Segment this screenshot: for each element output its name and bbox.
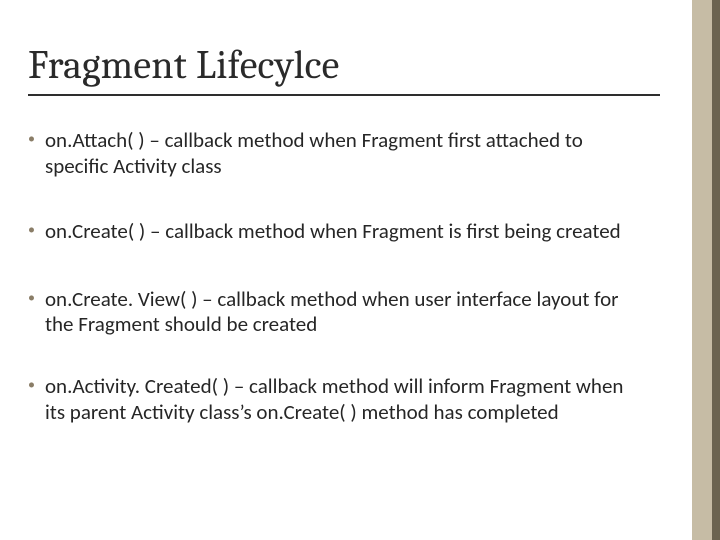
list-item: • on.Activity. Created( ) – callback met… (28, 374, 646, 425)
list-item: • on.Create( ) – callback method when Fr… (28, 219, 646, 245)
slide-title: Fragment Lifecylce (28, 42, 660, 88)
bullet-text: on.Attach( ) – callback method when Frag… (45, 128, 646, 179)
bullet-text: on.Activity. Created( ) – callback metho… (45, 374, 646, 425)
bullet-text: on.Create( ) – callback method when Frag… (45, 219, 646, 245)
bullet-icon: • (28, 291, 35, 305)
slide: Fragment Lifecylce • on.Attach( ) – call… (0, 0, 720, 540)
bullet-icon: • (28, 132, 35, 146)
bullet-icon: • (28, 378, 35, 392)
list-item: • on.Create. View( ) – callback method w… (28, 287, 646, 338)
right-accent-band (692, 0, 720, 540)
bullet-icon: • (28, 223, 35, 237)
content-area: • on.Attach( ) – callback method when Fr… (28, 128, 646, 425)
title-area: Fragment Lifecylce (28, 42, 660, 96)
title-underline (28, 94, 660, 96)
bullet-text: on.Create. View( ) – callback method whe… (45, 287, 646, 338)
list-item: • on.Attach( ) – callback method when Fr… (28, 128, 646, 179)
